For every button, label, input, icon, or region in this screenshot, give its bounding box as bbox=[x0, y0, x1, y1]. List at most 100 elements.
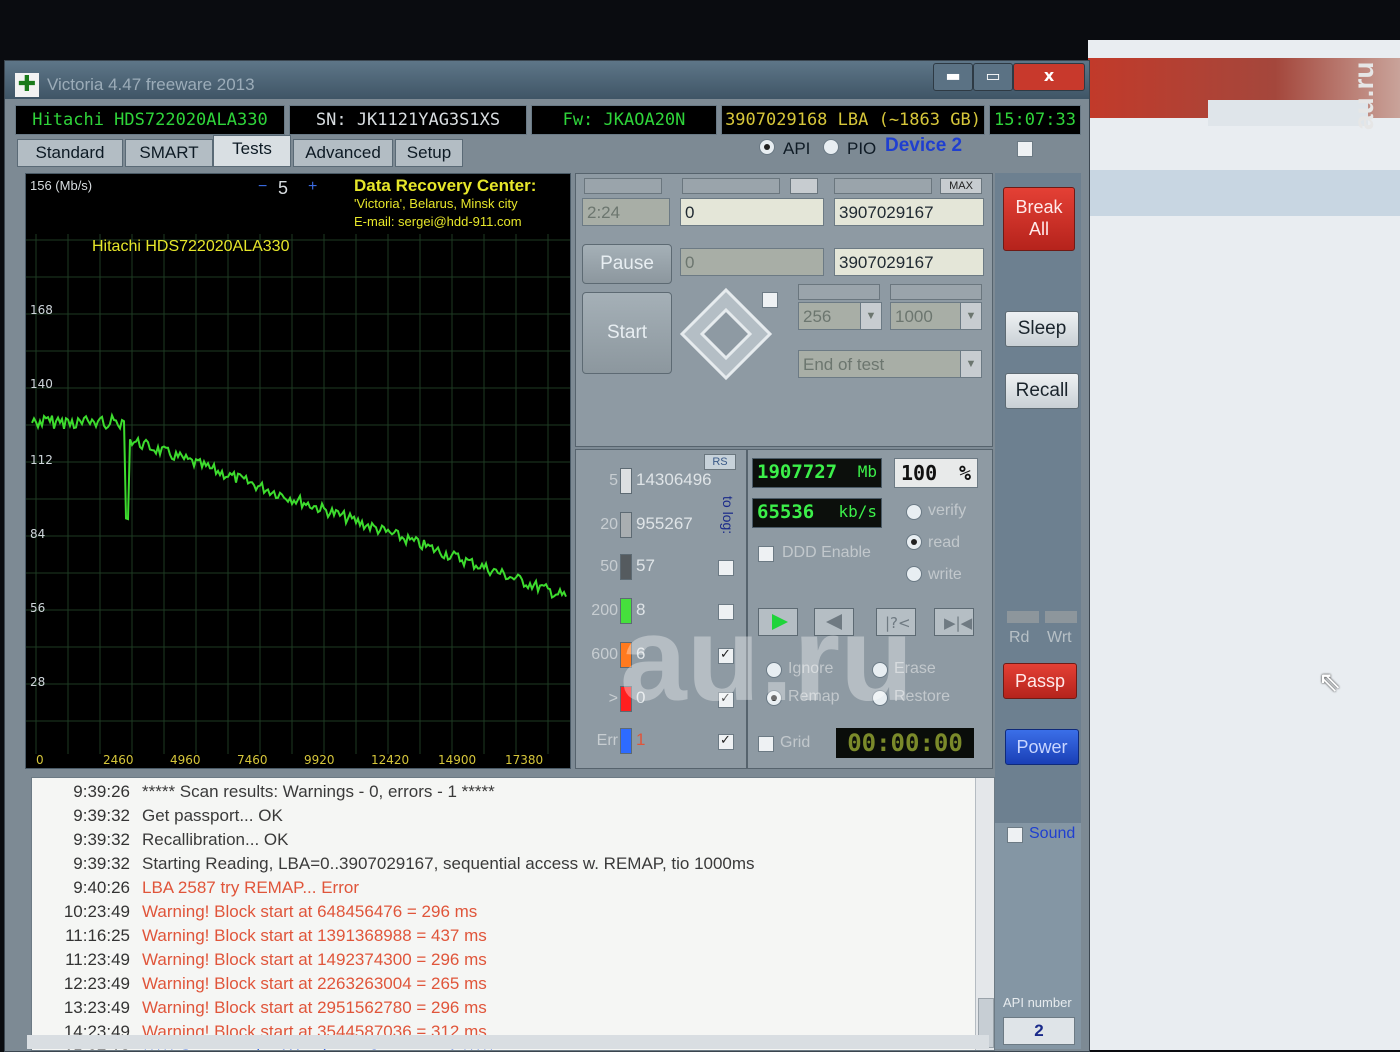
end-lba-field-2[interactable]: 3907029167 bbox=[834, 248, 984, 276]
restore-radio[interactable] bbox=[872, 690, 888, 706]
speed-graph: 168 140 112 84 56 28 0 2460 4960 7460 9920 12420 149… bbox=[25, 173, 571, 769]
back-icon bbox=[826, 614, 842, 630]
log-scrollbar[interactable] bbox=[975, 778, 994, 1050]
verify-radio[interactable] bbox=[906, 504, 922, 520]
scale-plus-icon[interactable]: + bbox=[308, 178, 317, 196]
direction-checkbox[interactable] bbox=[762, 292, 778, 308]
minimize-button[interactable]: ▬ bbox=[933, 63, 973, 91]
graph-y-label: 84 bbox=[30, 527, 45, 541]
graph-y-label: 28 bbox=[30, 675, 45, 689]
rs-button[interactable]: RS bbox=[704, 454, 736, 470]
scan-stats-panel: 1907727 Mb 100 % 65536 kb/s verify read … bbox=[747, 449, 993, 769]
tab-smart[interactable]: SMART bbox=[125, 139, 213, 167]
block-size-select[interactable]: 256 ▼ bbox=[798, 302, 882, 330]
svg-text:▶|◀: ▶|◀ bbox=[944, 614, 973, 632]
to-log-checkbox[interactable] bbox=[718, 646, 734, 664]
browser-address-bar bbox=[1208, 100, 1368, 126]
block-count: 6 bbox=[636, 644, 646, 663]
start-lba-label bbox=[682, 178, 780, 194]
hint-checkbox[interactable] bbox=[1017, 141, 1033, 157]
background-browser bbox=[1088, 40, 1400, 1050]
end-action-select[interactable]: End of test ▼ bbox=[798, 350, 982, 378]
block-threshold-label: 20 bbox=[600, 516, 618, 533]
power-button[interactable]: Power bbox=[1005, 729, 1079, 765]
graph-x-label: 0 bbox=[36, 753, 44, 767]
tab-standard[interactable]: Standard bbox=[17, 139, 123, 167]
play-icon bbox=[772, 614, 788, 630]
chevron-down-icon[interactable]: ▼ bbox=[960, 303, 981, 329]
graph-drive: Hitachi HDS722020ALA330 bbox=[92, 238, 290, 255]
back-button[interactable] bbox=[814, 608, 854, 636]
start-lba-input[interactable]: 0 bbox=[680, 198, 824, 226]
watermark-side: au.ru bbox=[1348, 61, 1379, 130]
ignore-radio[interactable] bbox=[766, 662, 782, 678]
api-number-stepper[interactable]: 2 bbox=[1003, 1017, 1075, 1045]
to-log-checkbox[interactable] bbox=[718, 732, 734, 750]
tab-tests[interactable]: Tests bbox=[213, 135, 291, 167]
write-radio[interactable] bbox=[906, 566, 922, 582]
pause-button[interactable]: Pause bbox=[582, 244, 672, 284]
elapsed-timer: 00:00:00 bbox=[836, 728, 974, 758]
wrt-label: Wrt bbox=[1047, 629, 1072, 646]
end-button[interactable]: ▶|◀ bbox=[934, 608, 974, 636]
log-message: Get passport... OK bbox=[142, 806, 283, 825]
break-all-button[interactable]: Break All bbox=[1003, 187, 1075, 251]
block-count: 0 bbox=[636, 688, 646, 707]
sound-checkbox[interactable] bbox=[1007, 827, 1023, 843]
ddd-label: DDD Enable bbox=[782, 544, 871, 561]
block-count: 955267 bbox=[636, 514, 693, 533]
pio-radio[interactable] bbox=[823, 139, 839, 155]
block-count: 14306496 bbox=[636, 470, 712, 489]
block-threshold-label: 600 bbox=[591, 646, 618, 663]
direction-arrows-icon[interactable] bbox=[678, 286, 774, 382]
log-message: ***** Scan results: Warnings - 0, errors… bbox=[142, 782, 495, 801]
maximize-button[interactable]: ▭ bbox=[973, 63, 1013, 91]
to-log-checkbox[interactable] bbox=[718, 604, 734, 620]
max-button[interactable]: MAX bbox=[940, 178, 982, 194]
log-time: 9:39:26 bbox=[73, 782, 130, 801]
device-label[interactable]: Device 2 bbox=[885, 135, 962, 157]
seek-random-button[interactable]: |?< bbox=[876, 608, 916, 636]
tab-setup[interactable]: Setup bbox=[395, 139, 463, 167]
chevron-down-icon[interactable]: ▼ bbox=[860, 303, 881, 329]
drive-serial: SN: JK1121YAG3S1XS bbox=[289, 105, 527, 135]
drive-firmware: Fw: JKAOA20N bbox=[531, 105, 717, 135]
erase-radio[interactable] bbox=[872, 662, 888, 678]
mb-value: 1907727 bbox=[757, 461, 838, 483]
block-count: 57 bbox=[636, 556, 655, 575]
block-color-swatch bbox=[620, 554, 632, 580]
log-message: Recallibration... OK bbox=[142, 830, 289, 849]
log-message: Warning! Block start at 1391368988 = 437… bbox=[142, 926, 487, 945]
play-button[interactable] bbox=[758, 608, 798, 636]
to-log-checkbox[interactable] bbox=[718, 560, 734, 576]
lba-zero-button[interactable] bbox=[790, 178, 818, 194]
timeout-select[interactable]: 1000 ▼ bbox=[890, 302, 982, 330]
graph-x-label: 17380 bbox=[505, 753, 543, 767]
grid-checkbox[interactable] bbox=[758, 736, 774, 752]
graph-x-label: 12420 bbox=[371, 753, 409, 767]
chevron-down-icon[interactable]: ▼ bbox=[960, 351, 981, 377]
passp-button[interactable]: Passp bbox=[1003, 663, 1077, 699]
time-field[interactable]: 2:24 bbox=[582, 198, 670, 226]
scale-minus-icon[interactable]: − bbox=[258, 178, 267, 196]
log-message: LBA 2587 try REMAP... Error bbox=[142, 878, 359, 897]
ddd-checkbox[interactable] bbox=[758, 546, 774, 562]
sleep-button[interactable]: Sleep bbox=[1005, 311, 1079, 347]
log-message: Warning! Block start at 2951562780 = 296… bbox=[142, 998, 487, 1017]
tab-advanced[interactable]: Advanced bbox=[293, 139, 393, 167]
skip-end-icon: ▶|◀ bbox=[944, 614, 973, 632]
api-radio[interactable] bbox=[759, 139, 775, 155]
log-message: Warning! Block start at 648456476 = 296 … bbox=[142, 902, 478, 921]
close-button[interactable]: x bbox=[1013, 63, 1085, 91]
to-log-checkbox[interactable] bbox=[718, 690, 734, 708]
remap-radio[interactable] bbox=[766, 690, 782, 706]
start-button[interactable]: Start bbox=[582, 292, 672, 374]
end-lba-input[interactable]: 3907029167 bbox=[834, 198, 984, 226]
log-hscrollbar[interactable] bbox=[27, 1035, 989, 1049]
drive-model: Hitachi HDS722020ALA330 bbox=[15, 105, 285, 135]
recall-button[interactable]: Recall bbox=[1005, 373, 1079, 409]
block-color-swatch bbox=[620, 468, 632, 494]
graph-x-label: 7460 bbox=[237, 753, 268, 767]
mouse-cursor-icon: ⇖ bbox=[1318, 666, 1342, 697]
read-radio[interactable] bbox=[906, 534, 922, 550]
